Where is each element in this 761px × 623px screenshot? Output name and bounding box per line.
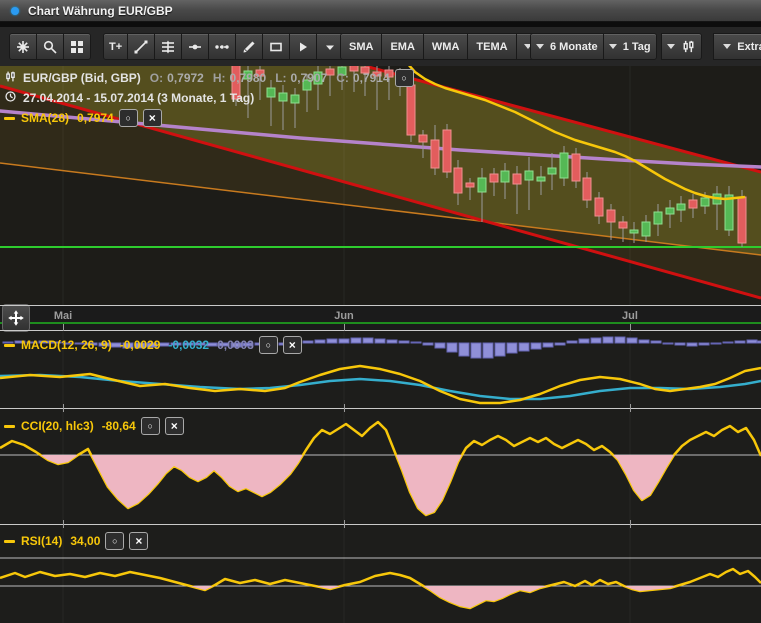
- low-label: L:: [275, 71, 286, 85]
- settings-button[interactable]: [9, 33, 37, 60]
- chart-window: Chart Währung EUR/GBP T+ SMA EMA WMA TEM…: [0, 0, 761, 623]
- macd-signal-value: -0,0032: [168, 338, 209, 352]
- sma-button[interactable]: SMA: [340, 33, 382, 60]
- rsi-value: 34,00: [70, 534, 100, 548]
- candlestick-chart-icon: [4, 70, 17, 86]
- sma-value: 0,7974: [77, 111, 114, 125]
- month-label-jul: Jul: [622, 310, 638, 322]
- rectangle-button[interactable]: [262, 33, 290, 60]
- axis-tick: [344, 520, 345, 528]
- axis-tick: [630, 324, 631, 331]
- rsi-line-swatch: [4, 540, 15, 543]
- toolbar-left-group: [9, 33, 91, 60]
- rsi-settings-button[interactable]: ○: [105, 532, 124, 550]
- axis-tick: [63, 404, 64, 412]
- sma-line-swatch: [4, 117, 15, 120]
- rsi-top-border: [0, 524, 761, 525]
- chart-type-dropdown[interactable]: [661, 33, 702, 60]
- low-value: 0,7907: [291, 71, 328, 85]
- add-text-button[interactable]: T+: [103, 33, 128, 60]
- macd-hist-value: 0,0003: [217, 338, 254, 352]
- axis-tick: [344, 324, 345, 331]
- month-label-mai: Mai: [54, 310, 72, 322]
- open-label: O:: [150, 71, 163, 85]
- titlebar[interactable]: Chart Währung EUR/GBP: [0, 0, 761, 22]
- axis-green-line: [0, 322, 761, 324]
- toolbar: T+ SMA EMA WMA TEMA 6 Monate 1 Tag: [0, 27, 761, 66]
- tema-button[interactable]: TEMA: [467, 33, 516, 60]
- toolbar-period-group: 6 Monate 1 Tag: [530, 33, 657, 60]
- axis-tick: [63, 324, 64, 331]
- window-status-icon: [11, 7, 19, 15]
- macd-value: -0,0029: [120, 338, 161, 352]
- play-button[interactable]: [289, 33, 317, 60]
- sma-label: SMA(28): [21, 111, 69, 125]
- axis-bottom-border: [0, 330, 761, 331]
- cci-label: CCI(20, hlc3): [21, 419, 94, 433]
- clock-icon: [4, 90, 17, 106]
- symbol-label: EUR/GBP (Bid, GBP): [23, 71, 141, 85]
- period-dropdown[interactable]: 6 Monate: [530, 33, 604, 60]
- cci-legend: CCI(20, hlc3) -80,64 ○ ×: [4, 416, 184, 436]
- pan-chart-button[interactable]: [2, 304, 30, 332]
- high-value: 0,7980: [230, 71, 267, 85]
- main-chart-legend: EUR/GBP (Bid, GBP) O: 0,7972 H: 0,7980 L: 0…: [4, 68, 414, 128]
- month-label-jun: Jun: [334, 310, 354, 322]
- macd-settings-button[interactable]: ○: [259, 336, 278, 354]
- high-label: H:: [213, 71, 226, 85]
- date-range-label: 27.04.2014 - 15.07.2014 (3 Monate, 1 Tag…: [23, 91, 254, 105]
- ema-button[interactable]: EMA: [381, 33, 423, 60]
- macd-close-button[interactable]: ×: [283, 336, 302, 354]
- toolbar-ma-group: SMA EMA WMA TEMA: [340, 33, 541, 60]
- series-settings-button[interactable]: ○: [395, 69, 414, 87]
- cci-close-button[interactable]: ×: [165, 417, 184, 435]
- cci-value: -80,64: [102, 419, 136, 433]
- fibonacci-button[interactable]: [154, 33, 182, 60]
- period-label: 6 Monate: [550, 41, 598, 53]
- extra-label: Extra: [737, 41, 761, 53]
- cci-settings-button[interactable]: ○: [141, 417, 160, 435]
- macd-line-swatch: [4, 344, 15, 347]
- toolbar-charttype-group: [661, 33, 702, 60]
- axis-tick: [630, 520, 631, 528]
- axis-top-border: [0, 305, 761, 306]
- rsi-label: RSI(14): [21, 534, 62, 548]
- interval-dropdown[interactable]: 1 Tag: [603, 33, 657, 60]
- sma-settings-button[interactable]: ○: [119, 109, 138, 127]
- toolbar-extra-group: Extra: [713, 33, 761, 60]
- trendline-button[interactable]: [127, 33, 155, 60]
- axis-tick: [344, 404, 345, 412]
- candlestick-icon: [681, 39, 696, 54]
- macd-legend: MACD(12, 26, 9) -0,0029 -0,0032 0,0003 ○…: [4, 335, 302, 355]
- horizontal-line-button[interactable]: [181, 33, 209, 60]
- window-title: Chart Währung EUR/GBP: [28, 4, 173, 18]
- dotted-line-button[interactable]: [208, 33, 236, 60]
- rsi-legend: RSI(14) 34,00 ○ ×: [4, 531, 148, 551]
- extra-dropdown[interactable]: Extra: [713, 33, 761, 60]
- rsi-close-button[interactable]: ×: [129, 532, 148, 550]
- time-axis[interactable]: Mai Jun Jul: [0, 306, 761, 330]
- cci-line-swatch: [4, 425, 15, 428]
- sma-close-button[interactable]: ×: [143, 109, 162, 127]
- wma-button[interactable]: WMA: [423, 33, 469, 60]
- close-value: 0,7914: [353, 71, 390, 85]
- axis-tick: [630, 404, 631, 412]
- toolbar-draw-group: T+: [103, 33, 344, 60]
- pencil-button[interactable]: [235, 33, 263, 60]
- chevron-down-icon: [609, 44, 617, 49]
- chevron-down-icon: [536, 44, 544, 49]
- macd-label: MACD(12, 26, 9): [21, 338, 112, 352]
- layout-button[interactable]: [63, 33, 91, 60]
- zoom-button[interactable]: [36, 33, 64, 60]
- open-value: 0,7972: [167, 71, 204, 85]
- axis-tick: [63, 520, 64, 528]
- close-label: C:: [336, 71, 349, 85]
- cci-top-border: [0, 408, 761, 409]
- chevron-down-icon: [667, 44, 675, 49]
- interval-label: 1 Tag: [623, 41, 651, 53]
- chevron-down-icon: [723, 44, 731, 49]
